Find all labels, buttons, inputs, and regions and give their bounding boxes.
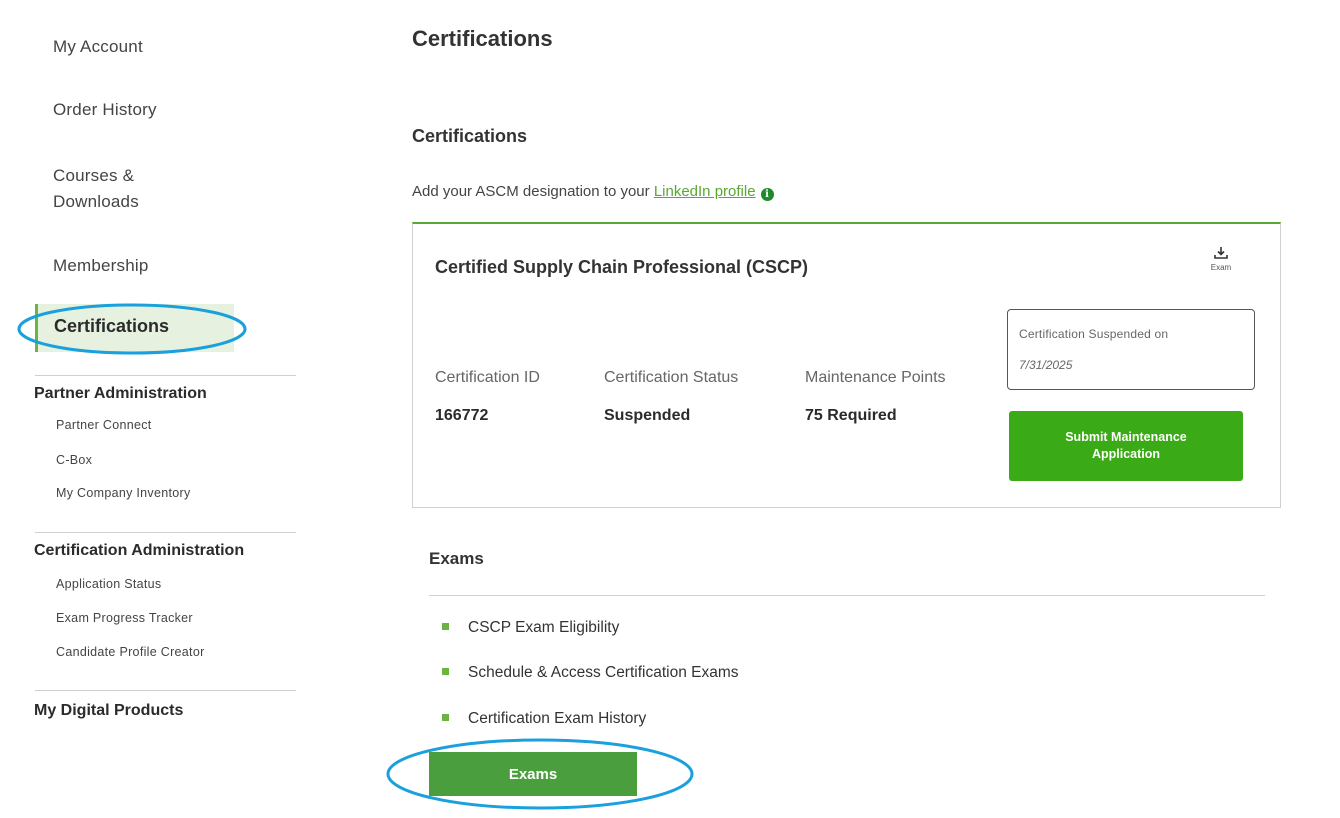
certification-id-value: 166772 <box>435 407 489 424</box>
certification-administration-heading: Certification Administration <box>34 542 245 559</box>
download-icon <box>1214 247 1228 259</box>
certification-status-value: Suspended <box>604 407 691 424</box>
sidebar-item-courses-downloads[interactable]: Courses & Downloads <box>53 163 193 215</box>
sidebar-item-order-history[interactable]: Order History <box>53 97 157 123</box>
maintenance-points-label: Maintenance Points <box>805 369 946 386</box>
download-exam-button[interactable]: Exam <box>1206 246 1236 272</box>
exams-divider <box>429 595 1265 596</box>
download-exam-label: Exam <box>1210 263 1232 272</box>
suspended-date: 7/31/2025 <box>1019 358 1073 372</box>
exam-link-schedule-access[interactable]: Schedule & Access Certification Exams <box>442 664 739 682</box>
sidebar-item-application-status[interactable]: Application Status <box>56 577 161 591</box>
sidebar-divider <box>35 532 296 533</box>
partner-administration-heading: Partner Administration <box>34 385 207 402</box>
sidebar: My Account Order History Courses & Downl… <box>0 0 300 818</box>
certification-title: Certified Supply Chain Professional (CSC… <box>435 257 809 277</box>
submit-maintenance-application-label: Submit Maintenance Application <box>1065 430 1187 461</box>
linkedin-profile-link[interactable]: LinkedIn profile <box>654 183 756 200</box>
exam-link-label: Certification Exam History <box>468 710 647 727</box>
exams-button[interactable]: Exams <box>429 752 637 796</box>
sidebar-item-c-box[interactable]: C-Box <box>56 453 92 467</box>
sidebar-divider <box>35 690 296 691</box>
linkedin-prompt-text: Add your ASCM designation to your <box>412 183 654 200</box>
bullet-icon <box>442 714 449 721</box>
sidebar-item-my-account[interactable]: My Account <box>53 34 143 60</box>
suspended-date-box: Certification Suspended on 7/31/2025 <box>1007 309 1255 390</box>
certification-status-label: Certification Status <box>604 369 739 386</box>
exam-link-label: CSCP Exam Eligibility <box>468 619 620 636</box>
maintenance-points-value: 75 Required <box>805 407 897 424</box>
exams-button-label: Exams <box>508 765 558 783</box>
sidebar-item-certifications-label: Certifications <box>54 316 170 336</box>
linkedin-prompt: Add your ASCM designation to your Linked… <box>412 183 774 201</box>
certifications-section-title: Certifications <box>412 126 528 146</box>
exam-link-cscp-eligibility[interactable]: CSCP Exam Eligibility <box>442 619 619 637</box>
sidebar-item-my-company-inventory[interactable]: My Company Inventory <box>56 486 191 500</box>
info-icon[interactable]: i <box>760 188 774 201</box>
suspended-label: Certification Suspended on <box>1019 327 1169 341</box>
page-title: Certifications <box>412 26 553 51</box>
sidebar-divider <box>35 375 296 376</box>
submit-maintenance-application-button[interactable]: Submit Maintenance Application <box>1009 411 1243 481</box>
exams-section-title: Exams <box>429 549 484 568</box>
sidebar-item-partner-connect[interactable]: Partner Connect <box>56 418 152 432</box>
sidebar-item-candidate-profile-creator[interactable]: Candidate Profile Creator <box>56 645 205 659</box>
exam-link-label: Schedule & Access Certification Exams <box>468 664 739 681</box>
certification-id-label: Certification ID <box>435 369 540 386</box>
sidebar-item-my-digital-products[interactable]: My Digital Products <box>34 702 183 720</box>
certification-card: Certified Supply Chain Professional (CSC… <box>412 222 1281 508</box>
bullet-icon <box>442 623 449 630</box>
exam-link-exam-history[interactable]: Certification Exam History <box>442 710 646 728</box>
sidebar-item-certifications[interactable]: Certifications <box>35 304 234 352</box>
bullet-icon <box>442 668 449 675</box>
sidebar-item-membership[interactable]: Membership <box>53 253 149 279</box>
sidebar-item-exam-progress-tracker[interactable]: Exam Progress Tracker <box>56 611 193 625</box>
